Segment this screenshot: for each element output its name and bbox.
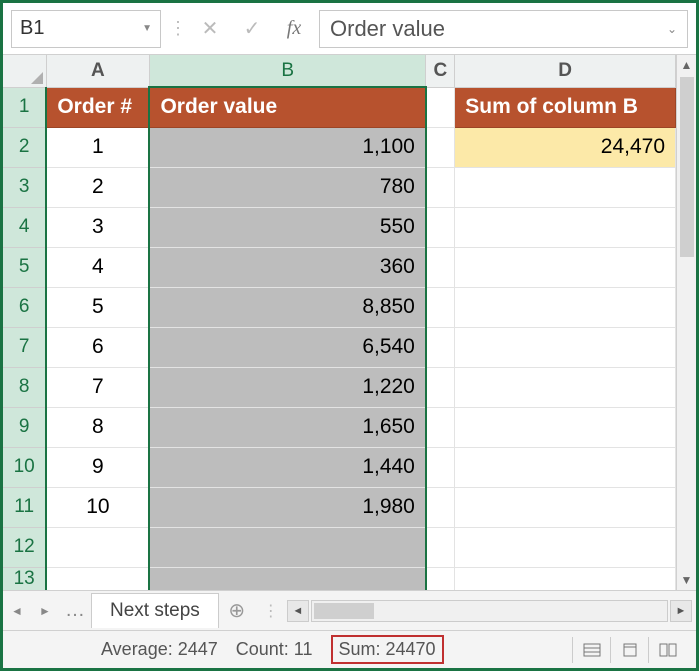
status-bar: Average: 2447 Count: 11 Sum: 24470 bbox=[3, 630, 696, 668]
expand-icon[interactable]: ⌄ bbox=[667, 22, 677, 36]
cell-A11[interactable]: 10 bbox=[46, 487, 149, 527]
tab-resize-handle-icon[interactable]: ⋮ bbox=[255, 601, 287, 621]
cell-D1[interactable]: Sum of column B bbox=[455, 87, 676, 127]
cell-B5[interactable]: 360 bbox=[149, 247, 425, 287]
name-box[interactable]: B1 ▼ bbox=[11, 10, 161, 48]
cell-B8[interactable]: 1,220 bbox=[149, 367, 425, 407]
scroll-right-icon[interactable]: ► bbox=[670, 600, 692, 622]
cell-B2[interactable]: 1,100 bbox=[149, 127, 425, 167]
cell-A5[interactable]: 4 bbox=[46, 247, 149, 287]
cell-A8[interactable]: 7 bbox=[46, 367, 149, 407]
scroll-left-icon[interactable]: ◄ bbox=[287, 600, 309, 622]
cell-C2[interactable] bbox=[426, 127, 455, 167]
row-header-3[interactable]: 3 bbox=[3, 167, 46, 207]
scroll-thumb[interactable] bbox=[680, 77, 694, 257]
cell-A3[interactable]: 2 bbox=[46, 167, 149, 207]
cell-A4[interactable]: 3 bbox=[46, 207, 149, 247]
view-page-break-icon[interactable] bbox=[648, 637, 686, 663]
col-header-B[interactable]: B bbox=[149, 55, 425, 87]
row-header-11[interactable]: 11 bbox=[3, 487, 46, 527]
cell-B9[interactable]: 1,650 bbox=[149, 407, 425, 447]
fx-icon[interactable]: fx bbox=[277, 12, 311, 46]
row-header-7[interactable]: 7 bbox=[3, 327, 46, 367]
cell-A6[interactable]: 5 bbox=[46, 287, 149, 327]
row-header-9[interactable]: 9 bbox=[3, 407, 46, 447]
col-header-A[interactable]: A bbox=[46, 55, 149, 87]
row-header-2[interactable]: 2 bbox=[3, 127, 46, 167]
scroll-down-icon[interactable]: ▼ bbox=[677, 570, 696, 590]
row-header-5[interactable]: 5 bbox=[3, 247, 46, 287]
add-sheet-icon[interactable]: ⊕ bbox=[219, 598, 255, 623]
status-sum: Sum: 24470 bbox=[331, 635, 444, 664]
status-count: Count: 11 bbox=[236, 639, 313, 660]
cell-B10[interactable]: 1,440 bbox=[149, 447, 425, 487]
cell-B3[interactable]: 780 bbox=[149, 167, 425, 207]
row-header-12[interactable]: 12 bbox=[3, 527, 46, 567]
formula-bar: B1 ▼ ⋮ ✕ ✓ fx Order value ⌄ bbox=[3, 3, 696, 55]
row-header-8[interactable]: 8 bbox=[3, 367, 46, 407]
row-header-6[interactable]: 6 bbox=[3, 287, 46, 327]
cell-A10[interactable]: 9 bbox=[46, 447, 149, 487]
cell-B11[interactable]: 1,980 bbox=[149, 487, 425, 527]
formula-input[interactable]: Order value ⌄ bbox=[319, 10, 688, 48]
cell-B1[interactable]: Order value bbox=[149, 87, 425, 127]
cell-A1[interactable]: Order # bbox=[46, 87, 149, 127]
spreadsheet-grid[interactable]: A B C D 1 Order # Order value Sum of col… bbox=[3, 55, 676, 590]
name-box-value: B1 bbox=[20, 17, 44, 40]
row-header-13[interactable]: 13 bbox=[3, 567, 46, 590]
status-average: Average: 2447 bbox=[101, 639, 218, 660]
hscroll-thumb[interactable] bbox=[314, 603, 374, 619]
row-header-4[interactable]: 4 bbox=[3, 207, 46, 247]
row-header-1[interactable]: 1 bbox=[3, 87, 46, 127]
row-header-10[interactable]: 10 bbox=[3, 447, 46, 487]
select-all-corner[interactable] bbox=[3, 55, 46, 87]
tab-overflow-icon[interactable]: … bbox=[59, 599, 91, 622]
scroll-up-icon[interactable]: ▲ bbox=[677, 55, 696, 75]
col-header-D[interactable]: D bbox=[455, 55, 676, 87]
confirm-icon: ✓ bbox=[235, 12, 269, 46]
drag-handle-icon[interactable]: ⋮ bbox=[169, 18, 185, 39]
tab-nav-prev-icon[interactable]: ◄ bbox=[3, 604, 31, 618]
cancel-icon: ✕ bbox=[193, 12, 227, 46]
cell-B7[interactable]: 6,540 bbox=[149, 327, 425, 367]
formula-value: Order value bbox=[330, 16, 445, 42]
cell-B4[interactable]: 550 bbox=[149, 207, 425, 247]
horizontal-scrollbar[interactable]: ◄ ► bbox=[287, 600, 696, 622]
view-normal-icon[interactable] bbox=[572, 637, 610, 663]
view-page-layout-icon[interactable] bbox=[610, 637, 648, 663]
cell-A9[interactable]: 8 bbox=[46, 407, 149, 447]
cell-D2[interactable]: 24,470 bbox=[455, 127, 676, 167]
chevron-down-icon[interactable]: ▼ bbox=[142, 23, 152, 34]
cell-C1[interactable] bbox=[426, 87, 455, 127]
cell-B6[interactable]: 8,850 bbox=[149, 287, 425, 327]
cell-A7[interactable]: 6 bbox=[46, 327, 149, 367]
vertical-scrollbar[interactable]: ▲ ▼ bbox=[676, 55, 696, 590]
sheet-tab[interactable]: Next steps bbox=[91, 593, 219, 628]
col-header-C[interactable]: C bbox=[426, 55, 455, 87]
tab-nav-next-icon[interactable]: ► bbox=[31, 604, 59, 618]
cell-A2[interactable]: 1 bbox=[46, 127, 149, 167]
sheet-tabs-bar: ◄ ► … Next steps ⊕ ⋮ ◄ ► bbox=[3, 590, 696, 630]
